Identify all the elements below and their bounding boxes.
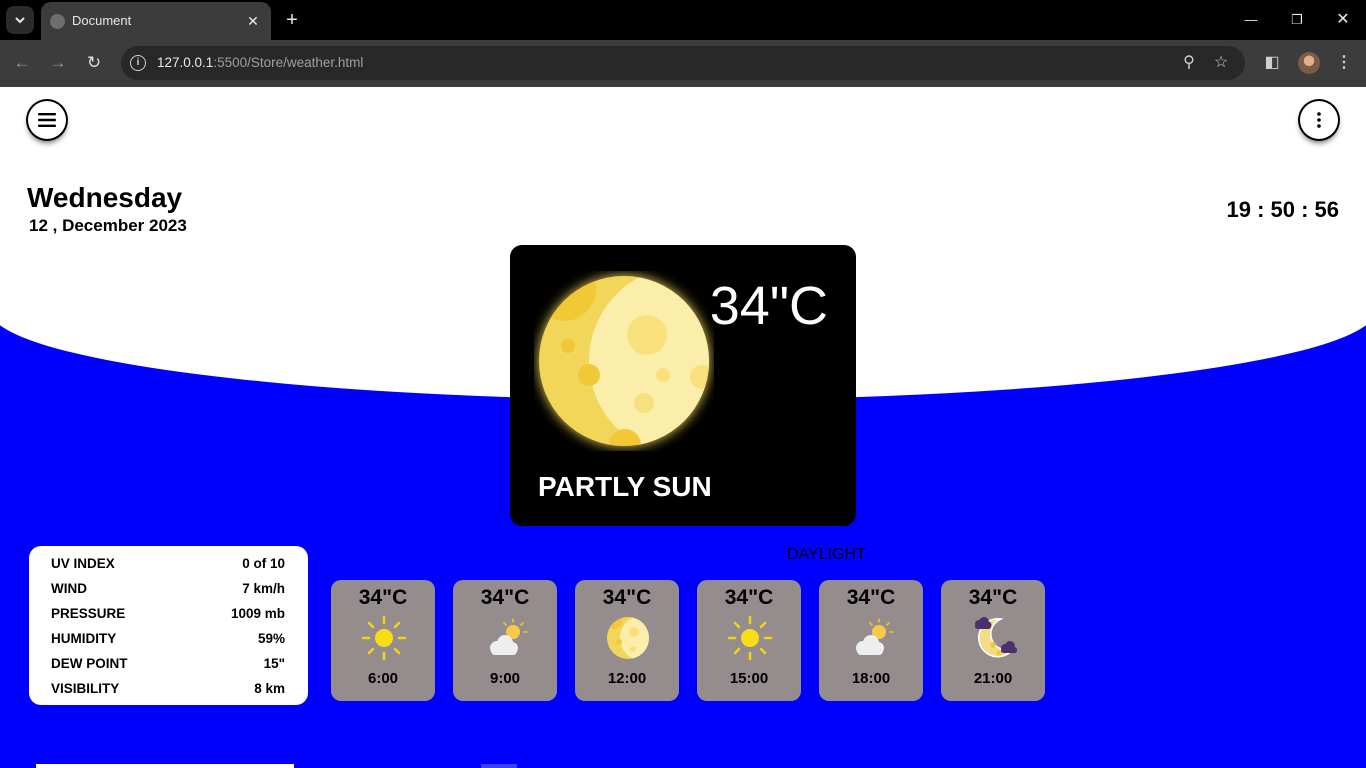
hour-temperature: 34"C [602, 586, 652, 609]
back-icon[interactable]: ← [10, 51, 34, 75]
detail-row: HUMIDITY 59% [51, 631, 285, 651]
moon-icon [607, 617, 649, 659]
address-bar[interactable]: i 127.0.0.1:5500/Store/weather.html ⚲ ☆ [121, 46, 1245, 80]
current-weather-card: 34"C PARTLY SUN [510, 245, 856, 526]
cloud-sun-icon [490, 618, 528, 655]
detail-label: HUMIDITY [51, 631, 117, 646]
reload-icon[interactable]: ↻ [82, 51, 106, 75]
hourly-forecast-card[interactable]: 34"C 6:00 [331, 580, 435, 701]
detail-value: 15" [263, 656, 285, 671]
bookmark-star-icon[interactable]: ☆ [1211, 53, 1231, 73]
hour-temperature: 34"C [846, 586, 896, 609]
chevron-down-icon [15, 17, 25, 24]
hour-time: 6:00 [367, 670, 399, 687]
site-info-icon[interactable]: i [130, 55, 146, 71]
detail-row: UV INDEX 0 of 10 [51, 556, 285, 576]
current-temperature: 34"C [709, 276, 828, 336]
browser-tab[interactable]: Document ✕ [41, 2, 271, 40]
detail-row: PRESSURE 1009 mb [51, 606, 285, 626]
detail-value: 59% [257, 631, 285, 646]
daylight-label: DAYLIGHT [787, 546, 866, 563]
detail-label: DEW POINT [51, 656, 128, 671]
new-tab-button[interactable]: + [282, 8, 302, 32]
hour-time: 18:00 [851, 670, 891, 687]
cloudy-moon-icon [975, 617, 1017, 658]
profile-avatar[interactable] [1298, 52, 1320, 74]
close-tab-icon[interactable]: ✕ [243, 11, 263, 31]
weather-details-panel: UV INDEX 0 of 10 WIND 7 km/h PRESSURE 1009 … [29, 546, 308, 705]
detail-row: DEW POINT 15" [51, 656, 285, 676]
tab-search-button[interactable] [6, 6, 34, 34]
hourly-forecast-card[interactable]: 34"C 12:00 [575, 580, 679, 701]
detail-value: 0 of 10 [242, 556, 285, 571]
hourly-forecast-card[interactable]: 34"C 9:00 [453, 580, 557, 701]
hamburger-icon [38, 113, 56, 127]
scroll-indicator [36, 764, 294, 768]
detail-label: UV INDEX [51, 556, 115, 571]
moon-icon [539, 276, 709, 446]
hamburger-menu-button[interactable] [28, 101, 66, 139]
hour-temperature: 34"C [724, 586, 774, 609]
day-name: Wednesday [27, 182, 183, 213]
detail-row: VISIBILITY 8 km [51, 681, 285, 701]
hour-time: 15:00 [729, 670, 769, 687]
detail-label: PRESSURE [51, 606, 126, 621]
restore-icon[interactable]: ❐ [1282, 8, 1312, 32]
forward-icon[interactable]: → [46, 51, 70, 75]
browser-menu-icon[interactable]: ⋮ [1332, 51, 1356, 75]
browser-tab-bar: Document ✕ + — ❐ ✕ [0, 0, 1366, 40]
hour-time: 12:00 [607, 670, 647, 687]
scroll-indicator [481, 764, 517, 768]
detail-label: WIND [51, 581, 87, 596]
detail-value: 1009 mb [230, 606, 285, 621]
hour-temperature: 34"C [358, 586, 408, 609]
minimize-icon[interactable]: — [1236, 8, 1266, 32]
hour-temperature: 34"C [968, 586, 1018, 609]
detail-value: 7 km/h [242, 581, 285, 596]
hour-time: 21:00 [973, 670, 1013, 687]
browser-toolbar: ← → ↻ i 127.0.0.1:5500/Store/weather.htm… [0, 40, 1366, 87]
close-window-icon[interactable]: ✕ [1328, 8, 1358, 32]
more-options-button[interactable] [1300, 101, 1338, 139]
zoom-icon[interactable]: ⚲ [1179, 53, 1199, 73]
hourly-forecast-card[interactable]: 34"C 18:00 [819, 580, 923, 701]
side-panel-icon[interactable]: ◧ [1260, 51, 1284, 75]
globe-icon [50, 14, 65, 29]
weather-page: Wednesday 12 , December 2023 19 : 50 : 5… [0, 87, 1366, 768]
clock: 19 : 50 : 56 [1226, 197, 1339, 222]
detail-label: VISIBILITY [51, 681, 120, 696]
url-text[interactable]: 127.0.0.1:5500/Store/weather.html [157, 55, 363, 70]
tab-title: Document [72, 13, 132, 28]
detail-value: 8 km [254, 681, 285, 696]
hour-time: 9:00 [489, 670, 521, 687]
hourly-forecast-card[interactable]: 34"C 21:00 [941, 580, 1045, 701]
sun-icon [727, 615, 773, 661]
sun-icon [361, 615, 407, 661]
more-vertical-icon [1317, 112, 1321, 128]
weather-condition: PARTLY SUN [538, 471, 712, 502]
cloud-sun-icon [856, 618, 894, 655]
hourly-forecast-card[interactable]: 34"C 15:00 [697, 580, 801, 701]
detail-row: WIND 7 km/h [51, 581, 285, 601]
hour-temperature: 34"C [480, 586, 530, 609]
date-text: 12 , December 2023 [29, 216, 187, 235]
